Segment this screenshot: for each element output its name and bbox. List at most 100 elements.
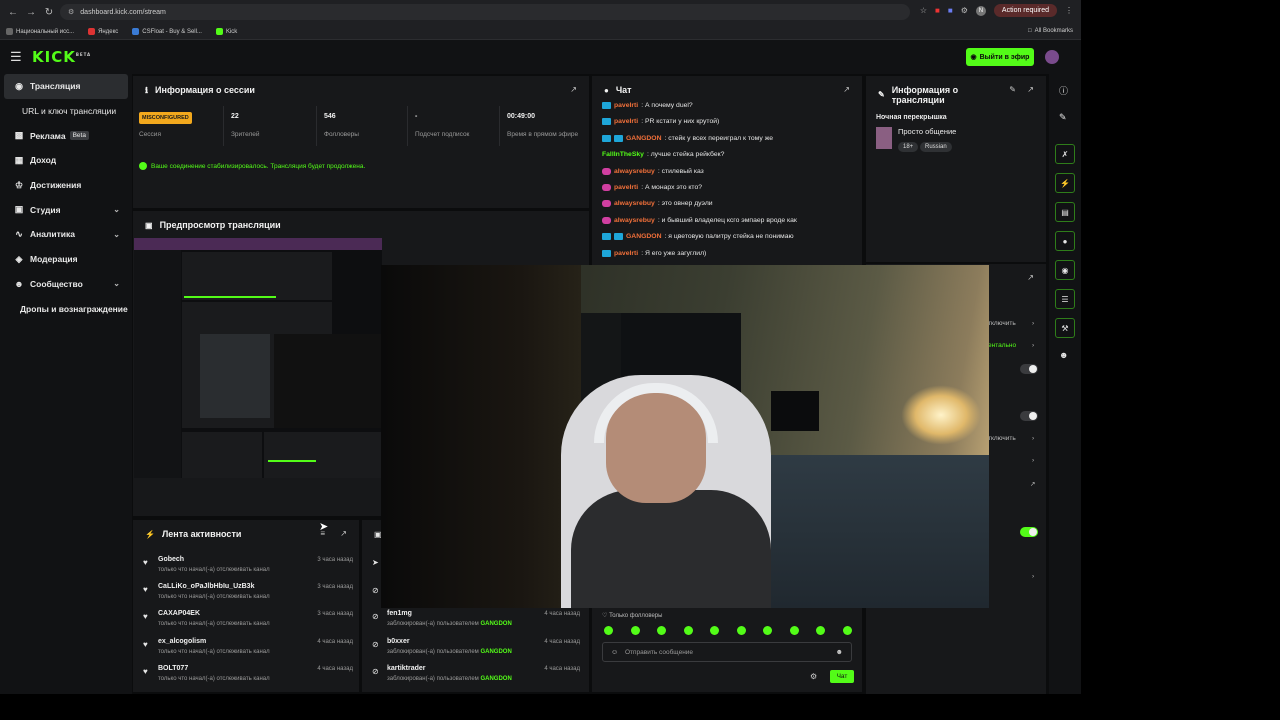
lightning-icon[interactable]: ⚡ [1055,173,1075,193]
sidebar-item-studio[interactable]: ▣ Студия ⌄ [0,197,132,222]
bookmark-item[interactable]: Kick [215,28,237,35]
emote-icon[interactable] [710,626,719,635]
chat-username[interactable]: paveIrti [614,250,638,257]
username-link[interactable]: kartiktrader [387,665,426,672]
list-item: ⊘ fen1mg заблокирован(-а) пользователем … [372,610,580,637]
expand-icon[interactable]: ↗ [1027,273,1034,282]
sidebar-item-url-key[interactable]: URL и ключ трансляции [0,99,132,124]
edit-icon[interactable]: ✎ [1009,85,1016,94]
emote-icon[interactable] [604,626,613,635]
toggle-switch[interactable] [1020,411,1038,421]
chat-input[interactable]: ☺ Отправить сообщение ☻ [602,642,852,662]
moderator-link[interactable]: GANGDON [480,621,511,627]
emote-icon[interactable] [657,626,666,635]
sidebar-item-drops[interactable]: Дропы и вознаграждение [0,296,132,321]
heart-icon: ♥ [143,585,148,594]
sidebar-item-revenue[interactable]: ▦ Доход [0,148,132,173]
expand-icon[interactable]: ↗ [570,85,577,94]
chevron-right-icon[interactable]: › [1032,457,1034,464]
chat-username[interactable]: alwaysrebuy [614,168,655,175]
username-link[interactable]: CaLLiKo_oPaJlbHbIu_UzB3k [158,583,254,590]
expand-icon[interactable]: ↗ [340,529,347,538]
all-bookmarks[interactable]: □ All Bookmarks [1028,28,1073,34]
bookmark-item[interactable]: Яндекс [88,28,118,35]
chevron-right-icon[interactable]: › [1032,342,1034,349]
toggle-switch[interactable] [1020,364,1038,374]
chat-username[interactable]: alwaysrebuy [614,200,655,207]
profile-avatar[interactable]: N [975,5,986,16]
sidebar-item-achievements[interactable]: ♔ Достижения [0,173,132,198]
site-info-icon[interactable]: ⚙ [68,8,74,16]
toggle-switch[interactable] [1020,527,1038,537]
extension-icon[interactable]: ■ [948,6,953,15]
stat-value: 22 [231,113,239,120]
sidebar-item-ads[interactable]: ▩ Реклама Beta [0,123,132,148]
preview-video[interactable] [134,238,382,478]
pencil-icon[interactable]: ✎ [1059,112,1067,123]
chat-username[interactable]: FallInTheSky [602,151,644,158]
wrench-icon[interactable]: ⚒ [1055,318,1075,338]
action-required-button[interactable]: Action required [993,4,1057,17]
expand-icon[interactable]: ↗ [843,85,850,94]
emote-icon[interactable] [789,626,799,635]
heart-icon: ♥ [143,612,148,621]
chat-username[interactable]: paveIrti [614,118,638,125]
star-icon[interactable]: ☆ [920,6,927,15]
chat-username[interactable]: GANGDON [626,233,662,240]
list-icon[interactable]: ☰ [1055,289,1075,309]
bookmark-item[interactable]: Национальный исс... [6,28,74,35]
kick-logo[interactable]: KICKBETA [32,48,91,66]
raid-icon[interactable]: ✗ [1055,144,1075,164]
username-link[interactable]: CAXAP04EK [158,610,200,617]
chevron-right-icon[interactable]: › [1032,320,1034,327]
external-link-icon[interactable]: ↗ [1030,480,1035,488]
emote-icon[interactable] [816,626,825,635]
extension-icon[interactable]: ■ [935,6,940,15]
emote-icon[interactable] [683,626,693,635]
community-icon[interactable]: ☻ [1059,350,1068,360]
activity-description: заблокирован(-а) пользователем GANGDON [387,621,512,627]
smile-icon[interactable]: ☻ [836,649,843,656]
go-live-button[interactable]: ◉ Выйти в эфир [966,48,1034,66]
avatar[interactable] [1045,50,1059,64]
info-icon[interactable]: ⓘ [1059,84,1068,97]
sidebar-item-moderation[interactable]: ◈ Модерация [0,247,132,272]
chat-username[interactable]: GANGDON [626,135,662,142]
chevron-right-icon[interactable]: › [1032,435,1034,442]
moderator-link[interactable]: GANGDON [480,649,511,655]
emote-icon[interactable] [630,626,640,635]
chevron-right-icon[interactable]: › [1032,573,1034,580]
username-link[interactable]: Gobech [158,556,184,563]
moderator-link[interactable]: GANGDON [480,676,511,682]
clipboard-icon[interactable]: ▤ [1055,202,1075,222]
info-icon: ℹ [145,85,149,95]
back-icon[interactable]: ← [4,7,22,18]
chat-username[interactable]: paveIrti [614,102,638,109]
emote-icon[interactable] [736,626,746,635]
gear-icon[interactable]: ⚙ [810,672,817,681]
address-bar[interactable]: ⚙ dashboard.kick.com/stream [60,4,910,20]
forward-icon[interactable]: → [22,7,40,18]
chat-send-button[interactable]: Чат [830,670,854,683]
broadcast-icon[interactable]: ◉ [1055,260,1075,280]
emote-picker-icon[interactable]: ☺ [611,649,618,656]
extensions-icon[interactable]: ⚙ [961,6,968,15]
emote-icon[interactable] [842,626,852,635]
sidebar-item-analytics[interactable]: ∿ Аналитика ⌄ [0,222,132,247]
menu-icon[interactable]: ⋮ [1065,6,1073,15]
username-link[interactable]: BOLT077 [158,665,188,672]
chat-bubble-icon[interactable]: ● [1055,231,1075,251]
sidebar-item-community[interactable]: ☻ Сообщество ⌄ [0,272,132,297]
chat-username[interactable]: alwaysrebuy [614,217,655,224]
hamburger-icon[interactable]: ☰ [10,49,22,65]
username-link[interactable]: b0xxer [387,638,410,645]
emote-icon[interactable] [763,626,772,635]
chat-username[interactable]: paveIrti [614,184,638,191]
sidebar-item-stream[interactable]: ◉ Трансляция [4,74,128,99]
lightning-icon: ⚡ [145,529,155,539]
reload-icon[interactable]: ↻ [40,7,58,18]
username-link[interactable]: fen1mg [387,610,412,617]
expand-icon[interactable]: ↗ [1027,85,1034,94]
username-link[interactable]: ex_alcogolism [158,638,206,645]
bookmark-item[interactable]: CSFloat - Buy & Sell... [132,28,202,35]
